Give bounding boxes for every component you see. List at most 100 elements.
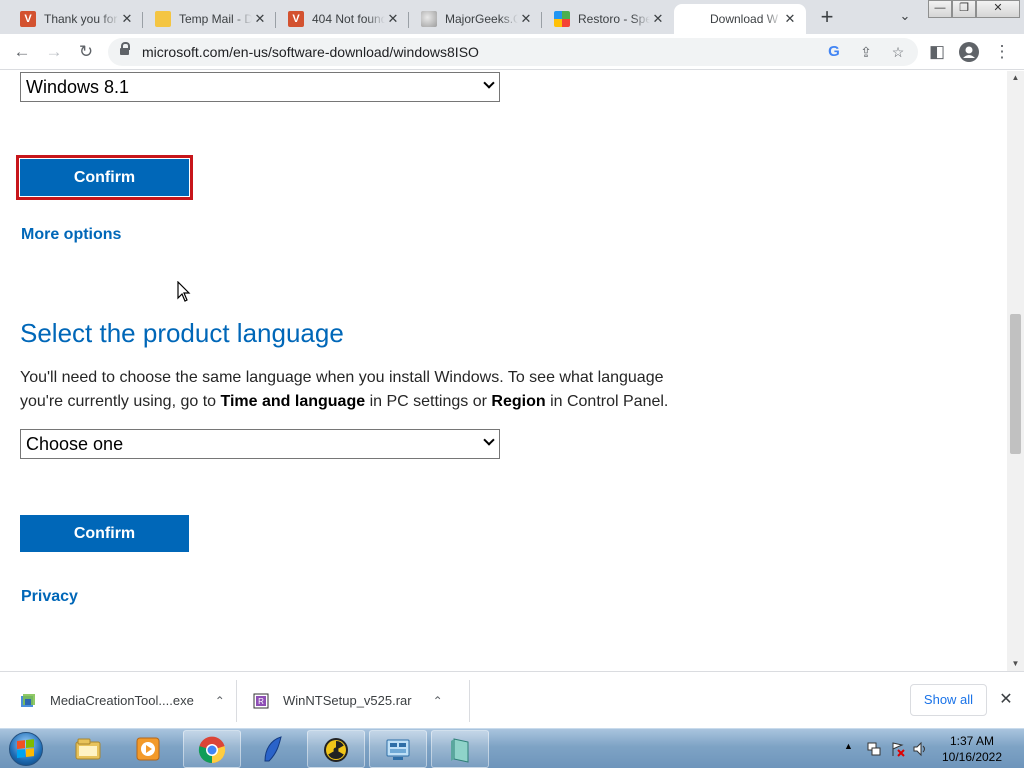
browser-toolbar: ← → ↻ microsoft.com/en-us/software-downl… [0, 34, 1024, 70]
close-tab-icon[interactable]: ✕ [385, 11, 401, 27]
taskbar-chrome[interactable] [183, 730, 241, 768]
radioactive-disc-icon [324, 738, 348, 762]
chevron-up-icon[interactable]: ⌃ [212, 694, 228, 708]
language-instructions: You'll need to choose the same language … [20, 366, 680, 414]
lock-icon[interactable] [120, 42, 130, 57]
clock-time: 1:37 AM [949, 734, 995, 748]
taskbar-app[interactable] [245, 730, 303, 768]
windows-taskbar: ▲ 1:37 AM 10/16/2022 [0, 728, 1024, 768]
confirm-edition-button[interactable]: Confirm [16, 155, 193, 200]
media-player-icon [136, 737, 160, 761]
rar-archive-icon: R [253, 693, 269, 709]
start-button[interactable] [4, 729, 48, 768]
reload-icon[interactable]: ↻ [74, 40, 98, 64]
share-icon[interactable]: ⇪ [856, 42, 876, 62]
close-tab-icon[interactable]: ✕ [252, 11, 268, 27]
scrollbar-thumb[interactable] [1010, 314, 1021, 454]
forward-arrow-icon[interactable]: → [42, 40, 66, 64]
tab-title: MajorGeeks.C [445, 12, 518, 26]
restoro-icon [554, 11, 570, 27]
download-filename: WinNTSetup_v525.rar [283, 693, 412, 708]
taskbar-explorer[interactable] [60, 730, 118, 768]
installer-box-icon [451, 738, 469, 763]
time-and-language-text: Time and language [220, 393, 366, 410]
browser-tab[interactable]: Restoro - Spe ✕ [542, 4, 674, 34]
microsoft-icon [686, 11, 702, 27]
taskbar-app[interactable] [369, 730, 427, 768]
show-all-downloads-button[interactable]: Show all [910, 684, 987, 716]
language-select[interactable]: Choose one [20, 429, 500, 459]
chrome-icon [198, 736, 226, 764]
temp-mail-icon [155, 11, 171, 27]
address-bar[interactable]: microsoft.com/en-us/software-download/wi… [108, 38, 918, 66]
system-clock[interactable]: 1:37 AM 10/16/2022 [930, 733, 1014, 765]
browser-tab[interactable]: V 404 Not found ✕ [276, 4, 409, 34]
control-panel-icon [386, 739, 410, 760]
scroll-down-arrow-icon[interactable]: ▼ [1007, 657, 1024, 671]
close-window-button[interactable]: ✕ [976, 0, 1020, 18]
side-panel-icon[interactable]: ◧ [925, 40, 949, 64]
majorgeeks-icon [421, 11, 437, 27]
instructions-text: in Control Panel. [545, 393, 669, 410]
svg-text:R: R [258, 697, 264, 706]
tab-title: Thank you for [44, 12, 118, 26]
vivaldi-v-icon: V [20, 11, 36, 27]
back-arrow-icon[interactable]: ← [10, 40, 34, 64]
tab-title: 404 Not found [312, 12, 385, 26]
show-hidden-icons-arrow[interactable]: ▲ [844, 741, 853, 768]
chevron-up-icon[interactable]: ⌃ [430, 694, 446, 708]
tab-strip: V Thank you for ✕ Temp Mail - D ✕ V 404 … [0, 0, 1024, 34]
bookmark-star-icon[interactable]: ☆ [888, 42, 908, 62]
tab-title: Download W [710, 12, 779, 26]
close-tab-icon[interactable]: ✕ [119, 11, 135, 27]
file-explorer-icon [75, 738, 101, 760]
download-filename: MediaCreationTool....exe [50, 693, 194, 708]
clock-date: 10/16/2022 [941, 750, 1003, 764]
download-item[interactable]: R WinNTSetup_v525.rar ⌃ [253, 672, 446, 729]
new-tab-button[interactable]: + [814, 6, 840, 30]
network-icon[interactable] [866, 741, 882, 757]
profile-avatar-icon[interactable] [957, 40, 981, 64]
browser-tab[interactable]: V Thank you for ✕ [8, 4, 143, 34]
region-text: Region [491, 393, 546, 410]
privacy-link[interactable]: Privacy [21, 588, 78, 606]
chevron-down-icon [483, 77, 495, 89]
close-tab-icon[interactable]: ✕ [782, 11, 798, 27]
installer-file-icon [20, 693, 36, 709]
edition-select-value: Windows 8.1 [26, 77, 130, 97]
url-text[interactable]: microsoft.com/en-us/software-download/wi… [142, 44, 479, 60]
browser-tab[interactable]: Temp Mail - D ✕ [143, 4, 276, 34]
vivaldi-v-icon: V [288, 11, 304, 27]
tab-search-chevron-icon[interactable]: ⌄ [896, 8, 914, 26]
tab-title: Temp Mail - D [179, 12, 252, 26]
edition-select[interactable]: Windows 8.1 [20, 72, 500, 102]
download-item[interactable]: MediaCreationTool....exe ⌃ [20, 672, 228, 729]
page-content: Windows 8.1 Confirm More options Select … [0, 71, 1007, 671]
action-center-flag-icon[interactable] [890, 741, 906, 757]
windows-logo-icon [17, 739, 35, 759]
chevron-down-icon [483, 434, 495, 446]
mouse-pointer-icon [177, 281, 191, 302]
minimize-window-button[interactable]: — [928, 0, 952, 18]
taskbar-app[interactable] [431, 730, 489, 768]
browser-tab-active[interactable]: Download W ✕ [674, 4, 806, 34]
tab-title: Restoro - Spe [578, 12, 650, 26]
language-heading: Select the product language [20, 318, 344, 348]
close-tab-icon[interactable]: ✕ [518, 11, 534, 27]
scroll-up-arrow-icon[interactable]: ▲ [1007, 71, 1024, 85]
confirm-language-button[interactable]: Confirm [20, 515, 189, 552]
restore-window-button[interactable]: ❐ [952, 0, 976, 18]
more-options-link[interactable]: More options [21, 226, 121, 244]
close-tab-icon[interactable]: ✕ [650, 11, 666, 27]
blue-feather-app-icon [264, 736, 282, 762]
vertical-scrollbar[interactable]: ▲ ▼ [1007, 71, 1024, 671]
google-translate-icon[interactable]: G [824, 42, 844, 62]
menu-kebab-icon[interactable]: ⋮ [990, 40, 1014, 64]
close-icon[interactable]: ✕ [996, 688, 1016, 712]
download-shelf: MediaCreationTool....exe ⌃ R WinNTSetup_… [0, 671, 1024, 728]
browser-tab[interactable]: MajorGeeks.C ✕ [409, 4, 542, 34]
volume-icon[interactable] [912, 741, 928, 757]
taskbar-app[interactable] [307, 730, 365, 768]
instructions-text: in PC settings or [365, 393, 492, 410]
taskbar-media-player[interactable] [120, 730, 178, 768]
